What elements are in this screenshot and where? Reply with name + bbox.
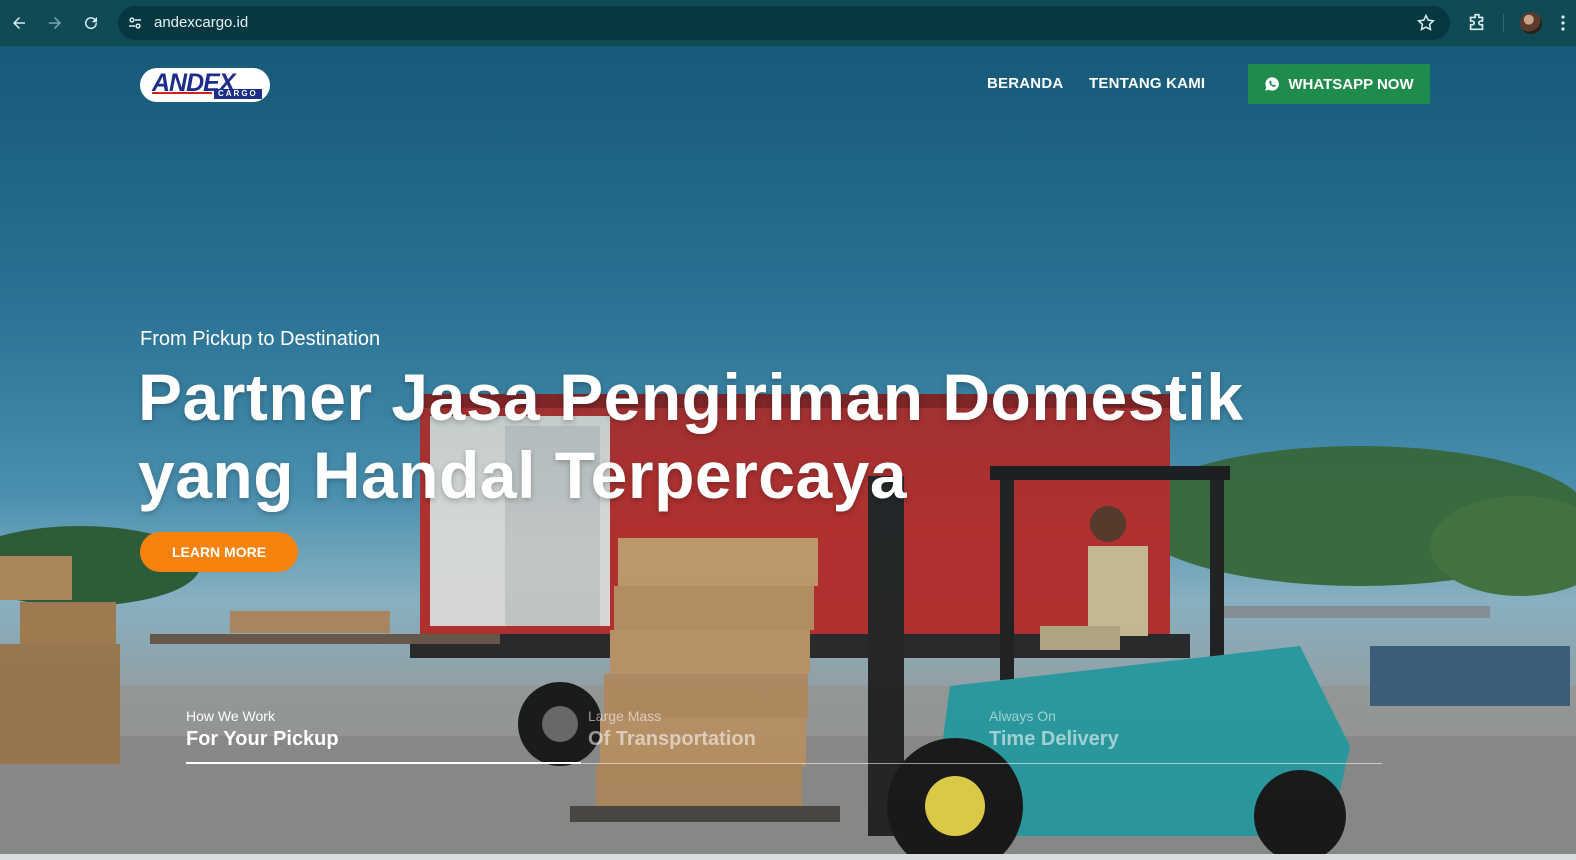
hero-kicker: From Pickup to Destination: [140, 328, 381, 350]
address-bar[interactable]: andexcargo.id: [118, 6, 1450, 40]
page-bottom-edge: [0, 854, 1576, 860]
browser-toolbar: andexcargo.id: [0, 0, 1576, 46]
feature-tab-kicker: Large Mass: [588, 708, 662, 724]
feature-tab-transportation[interactable]: Large Mass Of Transportation: [588, 708, 828, 751]
feature-tab-kicker: Always On: [989, 708, 1056, 724]
back-icon[interactable]: [6, 10, 32, 36]
feature-tab-title: Of Transportation: [588, 728, 756, 750]
feature-tab-kicker: How We Work: [186, 708, 275, 724]
whatsapp-now-label: WHATSAPP NOW: [1288, 75, 1414, 93]
logo-underline: [152, 92, 212, 94]
hero-headline-line2: yang Handal Terpercaya: [138, 438, 908, 512]
feature-tab-title: Time Delivery: [989, 728, 1119, 750]
reload-icon[interactable]: [78, 10, 104, 36]
logo-subtext: CARGO: [214, 89, 262, 99]
hero-headline-line1: Partner Jasa Pengiriman Domestik: [138, 360, 1244, 434]
nav-beranda[interactable]: BERANDA: [987, 75, 1063, 92]
site-logo[interactable]: ANDEX CARGO: [140, 68, 270, 102]
site-settings-icon[interactable]: [126, 14, 144, 32]
profile-avatar[interactable]: [1520, 12, 1542, 34]
url-text[interactable]: andexcargo.id: [154, 14, 248, 31]
toolbar-separator: [1503, 14, 1504, 32]
whatsapp-now-button[interactable]: WHATSAPP NOW: [1248, 64, 1430, 104]
bookmark-star-icon[interactable]: [1416, 13, 1436, 33]
feature-tab-delivery[interactable]: Always On Time Delivery: [989, 708, 1229, 751]
feature-tab-title: For Your Pickup: [186, 728, 339, 750]
nav-tentang-kami[interactable]: TENTANG KAMI: [1089, 75, 1205, 92]
forward-icon[interactable]: [42, 10, 68, 36]
slider-progress-fill: [186, 762, 581, 764]
learn-more-button[interactable]: LEARN MORE: [140, 532, 298, 572]
feature-tab-pickup[interactable]: How We Work For Your Pickup: [186, 708, 426, 751]
menu-icon[interactable]: [1560, 14, 1566, 32]
hero-headline: Partner Jasa Pengiriman Domestik yang Ha…: [138, 358, 1398, 514]
hero-section: ANDEX CARGO BERANDA TENTANG KAMI WHATSAP…: [0, 46, 1576, 860]
whatsapp-icon: [1265, 77, 1280, 91]
extensions-icon[interactable]: [1466, 11, 1488, 33]
